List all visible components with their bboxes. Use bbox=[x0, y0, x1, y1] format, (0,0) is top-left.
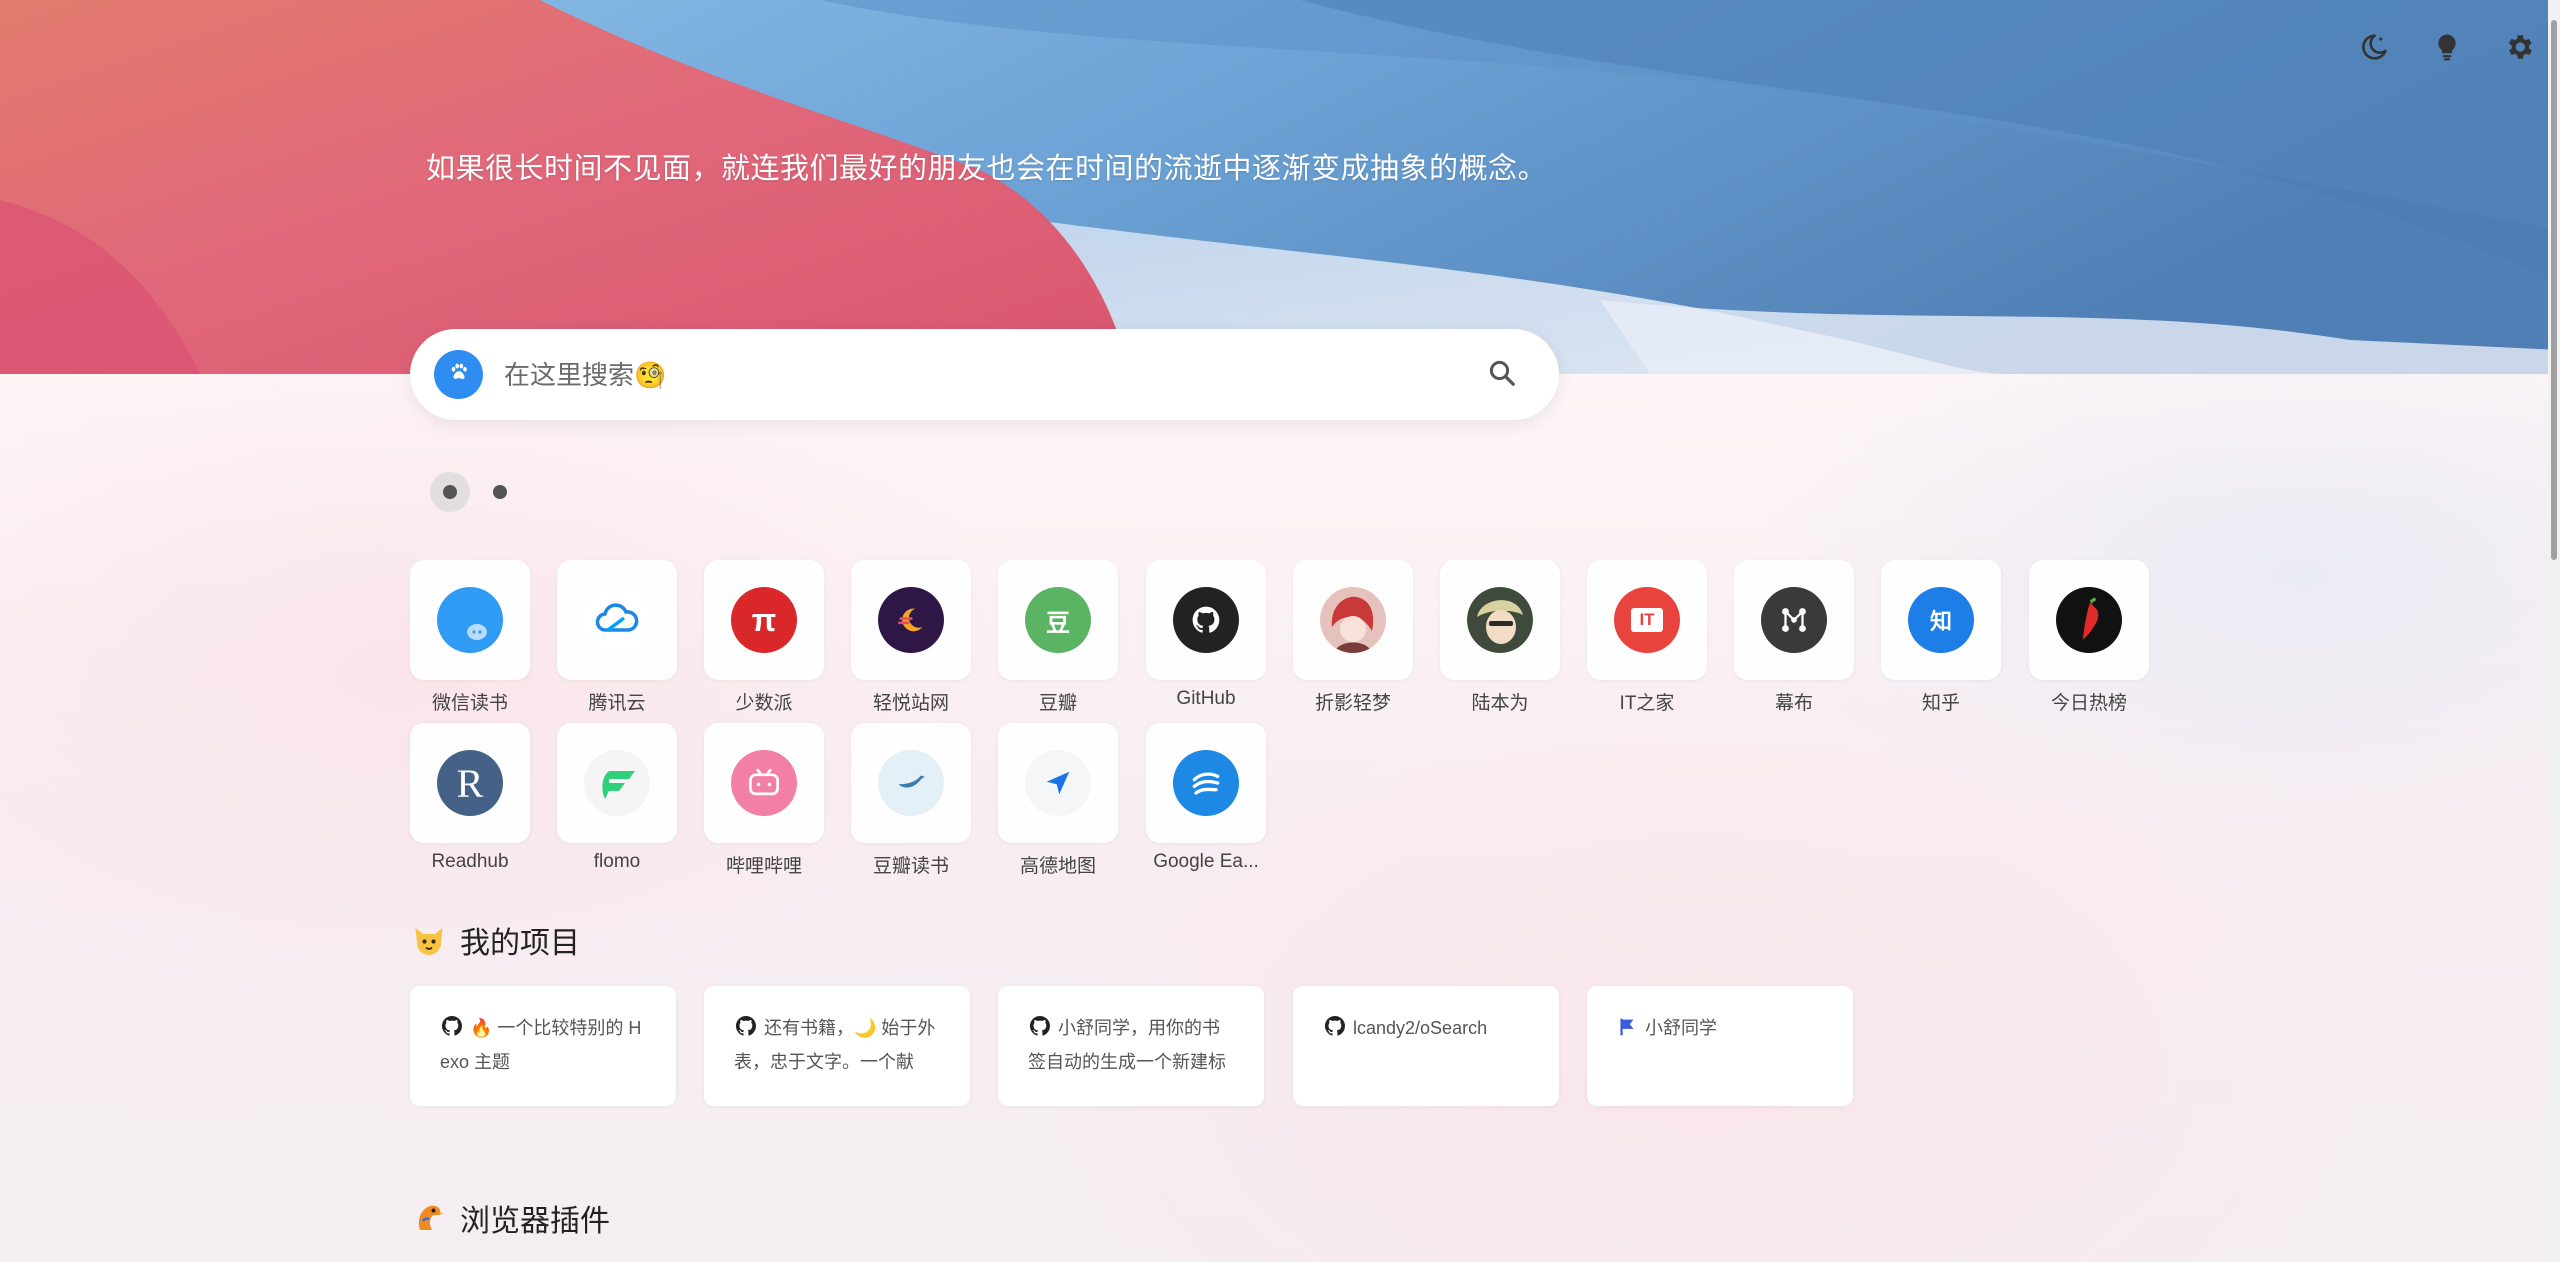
moon-logo-icon bbox=[878, 587, 944, 653]
plugins-section-title: 浏览器插件 bbox=[410, 1196, 610, 1240]
project-description: lcandy2/oSearch bbox=[1353, 1018, 1488, 1038]
site-zheying[interactable]: 折影轻梦 bbox=[1293, 560, 1413, 730]
flomo-icon bbox=[584, 750, 650, 816]
search-button[interactable] bbox=[1480, 353, 1524, 397]
page-indicator bbox=[430, 472, 530, 512]
project-card-bookmark-newtab[interactable]: 小舒同学，用你的书签自动的生成一个新建标 bbox=[998, 986, 1264, 1106]
section-title-text: 浏览器插件 bbox=[460, 1205, 610, 1238]
site-tencent-cloud[interactable]: 腾讯云 bbox=[557, 560, 677, 730]
site-douban[interactable]: 豆 豆瓣 bbox=[998, 560, 1118, 730]
github-icon bbox=[1323, 1014, 1347, 1047]
site-label: 哔哩哔哩 bbox=[725, 856, 802, 877]
site-label: 幕布 bbox=[1774, 693, 1813, 714]
github-icon bbox=[1173, 587, 1239, 653]
site-label: 少数派 bbox=[735, 693, 793, 714]
site-weread[interactable]: 微信读书 bbox=[410, 560, 530, 730]
site-zhihu[interactable]: 知 知乎 bbox=[1881, 560, 2001, 730]
project-description: 小舒同学，用你的书签自动的生成一个新建标 bbox=[1028, 1018, 1226, 1072]
zhihu-icon: 知 bbox=[1908, 587, 1974, 653]
site-qingyue[interactable]: 轻悦站网 bbox=[851, 560, 971, 730]
project-card-osearch[interactable]: lcandy2/oSearch bbox=[1293, 986, 1559, 1106]
site-douban-book[interactable]: 豆瓣读书 bbox=[851, 723, 971, 893]
site-label: 折影轻梦 bbox=[1314, 693, 1391, 714]
site-label: Readhub bbox=[431, 851, 509, 872]
page-dot-1[interactable] bbox=[430, 472, 470, 512]
project-description: 🔥 一个比较特别的 Hexo 主题 bbox=[440, 1018, 642, 1072]
gear-icon bbox=[2503, 31, 2535, 68]
site-amap[interactable]: 高德地图 bbox=[998, 723, 1118, 893]
search-icon bbox=[1487, 358, 1517, 393]
lightbulb-icon bbox=[2432, 31, 2462, 68]
search-engine-button[interactable] bbox=[434, 350, 483, 399]
search-box bbox=[410, 329, 1559, 420]
site-label: 豆瓣 bbox=[1038, 693, 1077, 714]
site-label: 今日热榜 bbox=[2050, 693, 2127, 714]
paw-icon bbox=[448, 361, 470, 388]
pepper-icon bbox=[2056, 587, 2122, 653]
weread-icon bbox=[437, 587, 503, 653]
site-label: 微信读书 bbox=[431, 693, 508, 714]
github-icon bbox=[1028, 1014, 1052, 1047]
settings-button[interactable] bbox=[2498, 28, 2540, 70]
dark-mode-toggle[interactable] bbox=[2353, 28, 2395, 70]
bilibili-icon bbox=[731, 750, 797, 816]
avatar-icon bbox=[1320, 587, 1386, 653]
project-card-hexo-theme[interactable]: 🔥 一个比较特别的 Hexo 主题 bbox=[410, 986, 676, 1106]
scrollbar-thumb[interactable] bbox=[2551, 20, 2557, 560]
mubu-icon bbox=[1761, 587, 1827, 653]
site-label: 陆本为 bbox=[1471, 693, 1529, 714]
site-label: 腾讯云 bbox=[588, 693, 646, 714]
site-label: Google Ea... bbox=[1153, 851, 1259, 872]
site-lubenwei[interactable]: 陆本为 bbox=[1440, 560, 1560, 730]
site-label: 高德地图 bbox=[1019, 856, 1096, 877]
github-icon bbox=[734, 1014, 758, 1047]
project-description: 还有书籍，🌙 始于外表，忠于文字。一个献 bbox=[734, 1018, 936, 1072]
site-label: flomo bbox=[593, 851, 641, 872]
page-scrollbar[interactable] bbox=[2548, 0, 2560, 1262]
moon-icon bbox=[2358, 31, 2390, 68]
hero-banner bbox=[0, 0, 2560, 374]
project-card-xiaoshu[interactable]: 小舒同学 bbox=[1587, 986, 1853, 1106]
parrot-emoji-icon bbox=[410, 1199, 448, 1237]
tencent-cloud-icon bbox=[584, 587, 650, 653]
page-dot-2[interactable] bbox=[480, 472, 520, 512]
projects-section-title: 我的项目 bbox=[410, 918, 580, 962]
site-label: IT之家 bbox=[1619, 693, 1675, 714]
readhub-icon: R bbox=[437, 750, 503, 816]
bird-icon bbox=[878, 750, 944, 816]
site-label: GitHub bbox=[1176, 688, 1236, 709]
avatar-icon bbox=[1467, 587, 1533, 653]
navigation-icon bbox=[1025, 750, 1091, 816]
sspai-icon: π bbox=[731, 587, 797, 653]
site-tophub[interactable]: 今日热榜 bbox=[2029, 560, 2149, 730]
douban-icon: 豆 bbox=[1025, 587, 1091, 653]
section-title-text: 我的项目 bbox=[460, 927, 580, 960]
tips-button[interactable] bbox=[2426, 28, 2468, 70]
daily-quote: 如果很长时间不见面，就连我们最好的朋友也会在时间的流逝中逐渐变成抽象的概念。 bbox=[426, 153, 1548, 185]
site-label: 知乎 bbox=[1921, 693, 1960, 714]
site-label: 豆瓣读书 bbox=[872, 856, 949, 877]
project-card-books[interactable]: 还有书籍，🌙 始于外表，忠于文字。一个献 bbox=[704, 986, 970, 1106]
google-earth-icon bbox=[1173, 750, 1239, 816]
project-description: 小舒同学 bbox=[1645, 1018, 1717, 1038]
site-ithome[interactable]: IT IT之家 bbox=[1587, 560, 1707, 730]
flag-icon bbox=[1617, 1016, 1639, 1047]
ithome-icon: IT bbox=[1614, 587, 1680, 653]
site-sspai[interactable]: π 少数派 bbox=[704, 560, 824, 730]
site-mubu[interactable]: 幕布 bbox=[1734, 560, 1854, 730]
site-label: 轻悦站网 bbox=[872, 693, 949, 714]
site-readhub[interactable]: R Readhub bbox=[410, 723, 530, 893]
search-input[interactable] bbox=[502, 347, 1406, 404]
cat-emoji-icon bbox=[410, 921, 448, 959]
site-flomo[interactable]: flomo bbox=[557, 723, 677, 893]
site-google-earth[interactable]: Google Ea... bbox=[1146, 723, 1266, 893]
page-background bbox=[0, 374, 2560, 1262]
site-github[interactable]: GitHub bbox=[1146, 560, 1266, 730]
site-bilibili[interactable]: 哔哩哔哩 bbox=[704, 723, 824, 893]
github-icon bbox=[440, 1014, 464, 1047]
